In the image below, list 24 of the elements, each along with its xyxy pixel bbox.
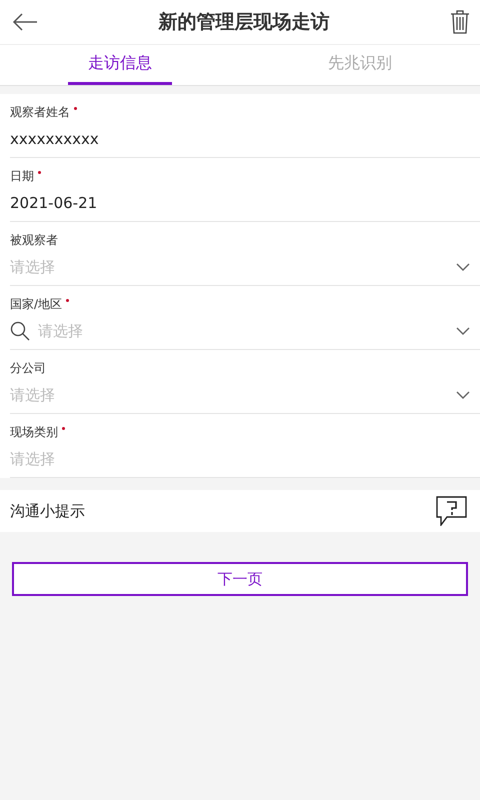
tab[interactable]: 走访信息	[68, 45, 172, 85]
search-icon	[10, 321, 30, 341]
field-placeholder[interactable]: 请选择	[10, 450, 470, 468]
field-value[interactable]: 2021-06-21	[10, 194, 470, 212]
chevron-down-icon[interactable]	[456, 263, 470, 271]
field-placeholder[interactable]: 请选择	[10, 258, 456, 276]
field-label: 现场类别	[10, 425, 58, 439]
tab[interactable]: 先兆识别	[308, 45, 412, 85]
page-title: 新的管理层现场走访	[158, 10, 330, 35]
field-label: 日期	[10, 169, 34, 183]
field-label: 国家/地区	[10, 297, 62, 311]
field-placeholder[interactable]: 请选择	[38, 322, 456, 340]
field-label: 分公司	[10, 361, 46, 375]
field-value[interactable]: xxxxxxxxxx	[10, 130, 470, 148]
next-page-button[interactable]: 下一页	[12, 562, 468, 596]
chevron-down-icon[interactable]	[456, 327, 470, 335]
field-label: 被观察者	[10, 233, 58, 247]
trash-icon[interactable]	[450, 10, 470, 34]
back-icon[interactable]	[12, 13, 38, 31]
help-bubble-icon[interactable]	[436, 496, 468, 526]
chevron-down-icon[interactable]	[456, 391, 470, 399]
field-placeholder[interactable]: 请选择	[10, 386, 456, 404]
field-label: 观察者姓名	[10, 105, 70, 119]
tips-label: 沟通小提示	[10, 502, 85, 520]
